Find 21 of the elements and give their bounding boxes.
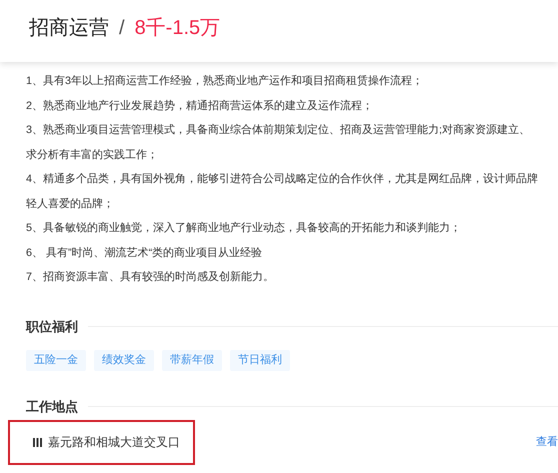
benefit-tag: 节日福利 [230,350,290,371]
separator: / [119,16,125,41]
requirement-line: 求分析有丰富的实践工作； [26,148,158,160]
requirement-line: 2、熟悉商业地产行业发展趋势，精通招商营运体系的建立及运作流程； [26,100,374,112]
requirement-line: 6、 具有”时尚、潮流艺术“类的商业项目从业经验 [26,246,262,258]
requirement-line: 3、熟悉商业项目运营管理模式，具备商业综合体前期策划定位、招商及运营管理能力;对商家资源建立、 [26,124,530,136]
building-icon [33,438,42,446]
address-text: 嘉元路和相城大道交叉口 [48,434,180,451]
benefit-tag: 带薪年假 [162,350,222,371]
view-map-link[interactable]: 查看 [536,434,558,450]
benefit-tag: 绩效奖金 [94,350,154,371]
salary-range: 8千-1.5万 [134,16,220,41]
benefit-tag: 五险一金 [26,350,86,371]
section-heading: 工作地点 [26,398,78,416]
job-title: 招商运营 [29,16,109,41]
requirement-line: 1、具有3年以上招商运营工作经验，熟悉商业地产运作和项目招商租赁操作流程； [26,75,424,87]
requirement-line: 4、精通多个品类，具有国外视角，能够引进符合公司战略定位的合作伙伴，尤其是网红品牌，设计师品牌 [26,173,538,185]
requirement-line: 5、具备敏锐的商业触觉，深入了解商业地产行业动态，具备较高的开拓能力和谈判能力； [26,222,462,234]
requirement-line: 7、招商资源丰富、具有较强的时尚感及创新能力。 [26,271,274,283]
requirement-line: 轻人喜爱的品牌； [26,198,114,210]
section-heading: 职位福利 [26,318,78,336]
